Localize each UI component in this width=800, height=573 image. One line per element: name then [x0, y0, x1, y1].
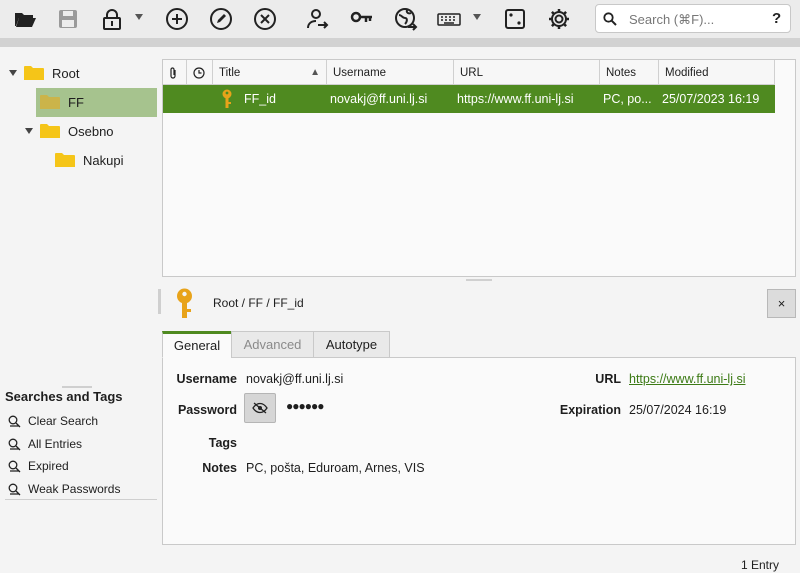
- eye-slash-icon: [252, 402, 268, 414]
- toolbar: ?: [0, 0, 800, 38]
- cell-url: https://www.ff.uni-lj.si: [457, 92, 574, 106]
- search-weak-passwords[interactable]: Weak Passwords: [8, 480, 120, 498]
- open-url-button[interactable]: [391, 4, 421, 34]
- tab-autotype[interactable]: Autotype: [313, 331, 390, 358]
- tab-advanced[interactable]: Advanced: [231, 331, 314, 358]
- entry-table: Title ▲ Username URL Notes Modified FF_i…: [162, 59, 796, 277]
- search-icon: [603, 12, 617, 26]
- sort-ascending-icon: ▲: [310, 67, 320, 78]
- user-arrow-icon: [307, 9, 329, 29]
- expand-arrow-icon[interactable]: [8, 68, 18, 78]
- lock-dropdown-chevron-down-icon[interactable]: [134, 12, 144, 22]
- password-value: ●●●●●●: [286, 399, 324, 413]
- folder-open-icon: [15, 13, 36, 27]
- column-username[interactable]: Username: [327, 60, 454, 85]
- key-icon: [222, 89, 232, 108]
- tab-general[interactable]: General: [162, 331, 232, 358]
- group-osebno[interactable]: Osebno: [24, 117, 114, 145]
- copy-password-button[interactable]: [347, 4, 377, 34]
- clock-icon: [193, 66, 205, 79]
- keyboard-icon: [437, 13, 461, 26]
- column-notes[interactable]: Notes: [600, 60, 659, 85]
- group-label: Nakupi: [83, 152, 124, 168]
- notes-label: Notes: [202, 461, 237, 475]
- add-entry-button[interactable]: [162, 4, 192, 34]
- preview-splitter-handle[interactable]: [466, 279, 492, 281]
- folder-icon: [40, 95, 60, 109]
- group-root[interactable]: Root: [8, 59, 79, 87]
- autotype-dropdown-chevron-down-icon[interactable]: [472, 12, 482, 22]
- group-ff[interactable]: FF: [40, 88, 84, 116]
- x-circle-icon: [254, 8, 276, 30]
- url-label: URL: [595, 372, 621, 386]
- table-row[interactable]: FF_id novakj@ff.uni.lj.si https://www.ff…: [163, 85, 775, 113]
- entry-key-icon: [177, 288, 192, 318]
- cell-modified: 25/07/2023 16:19: [662, 92, 760, 106]
- folder-icon: [24, 66, 44, 80]
- save-icon: [59, 10, 77, 28]
- delete-entry-button[interactable]: [250, 4, 280, 34]
- key-icon: [350, 11, 372, 23]
- password-label: Password: [177, 403, 237, 417]
- gear-icon: [549, 9, 569, 29]
- group-label: Root: [52, 65, 80, 81]
- copy-username-button[interactable]: [303, 4, 333, 34]
- cell-title: FF_id: [244, 92, 276, 106]
- tags-label: Tags: [208, 436, 237, 450]
- saved-search-icon: [8, 415, 21, 427]
- column-attachment[interactable]: [163, 60, 187, 85]
- search-help-button[interactable]: ?: [772, 10, 781, 27]
- column-url[interactable]: URL: [454, 60, 600, 85]
- folder-icon: [55, 153, 75, 167]
- close-preview-button[interactable]: ×: [767, 289, 796, 318]
- autotype-button[interactable]: [434, 4, 464, 34]
- folder-icon: [40, 124, 60, 138]
- toggle-password-visibility-button[interactable]: [244, 393, 276, 423]
- edit-entry-button[interactable]: [206, 4, 236, 34]
- search-input[interactable]: [629, 8, 759, 30]
- column-expires[interactable]: [187, 60, 213, 85]
- group-label: FF: [68, 94, 84, 110]
- expiration-label: Expiration: [559, 403, 621, 417]
- open-database-button[interactable]: [10, 4, 40, 34]
- group-label: Osebno: [68, 123, 114, 139]
- save-database-button[interactable]: [53, 4, 83, 34]
- plus-circle-icon: [166, 8, 188, 30]
- expand-arrow-icon[interactable]: [24, 126, 34, 136]
- url-link[interactable]: https://www.ff.uni-lj.si: [629, 372, 745, 386]
- lock-icon: [103, 9, 121, 30]
- entry-count-status: 1 Entry: [741, 558, 780, 572]
- pane-splitter-handle[interactable]: [62, 386, 92, 388]
- searches-bottom-divider: [5, 499, 157, 500]
- saved-search-icon: [8, 460, 21, 472]
- password-generator-button[interactable]: [500, 4, 530, 34]
- searches-and-tags-title: Searches and Tags: [5, 389, 123, 404]
- cell-username: novakj@ff.uni.lj.si: [330, 92, 428, 106]
- column-title[interactable]: Title ▲: [213, 60, 327, 85]
- table-header: Title ▲ Username URL Notes Modified: [163, 60, 775, 85]
- pencil-circle-icon: [210, 8, 232, 30]
- group-nakupi[interactable]: Nakupi: [55, 146, 123, 174]
- entry-path: Root / FF / FF_id: [213, 296, 304, 310]
- expiration-value: 25/07/2024 16:19: [629, 403, 727, 417]
- globe-arrow-icon: [395, 8, 418, 31]
- notes-value: PC, pošta, Eduroam, Arnes, VIS: [246, 461, 425, 475]
- preview-left-bar: [158, 289, 161, 314]
- search-all-entries[interactable]: All Entries: [8, 435, 82, 453]
- lock-database-button[interactable]: [97, 4, 127, 34]
- username-value: novakj@ff.uni.lj.si: [246, 372, 344, 386]
- saved-search-icon: [8, 483, 21, 495]
- paperclip-icon: [170, 66, 176, 79]
- close-icon: ×: [777, 296, 786, 311]
- search-clear[interactable]: Clear Search: [8, 412, 98, 430]
- search-expired[interactable]: Expired: [8, 457, 69, 475]
- toolbar-separator: [0, 38, 800, 47]
- search-box: ?: [595, 4, 791, 33]
- settings-button[interactable]: [544, 4, 574, 34]
- username-label: Username: [176, 372, 237, 386]
- dice-icon: [505, 9, 525, 29]
- saved-search-icon: [8, 438, 21, 450]
- cell-notes: PC, po...: [603, 92, 652, 106]
- column-modified[interactable]: Modified: [659, 60, 775, 85]
